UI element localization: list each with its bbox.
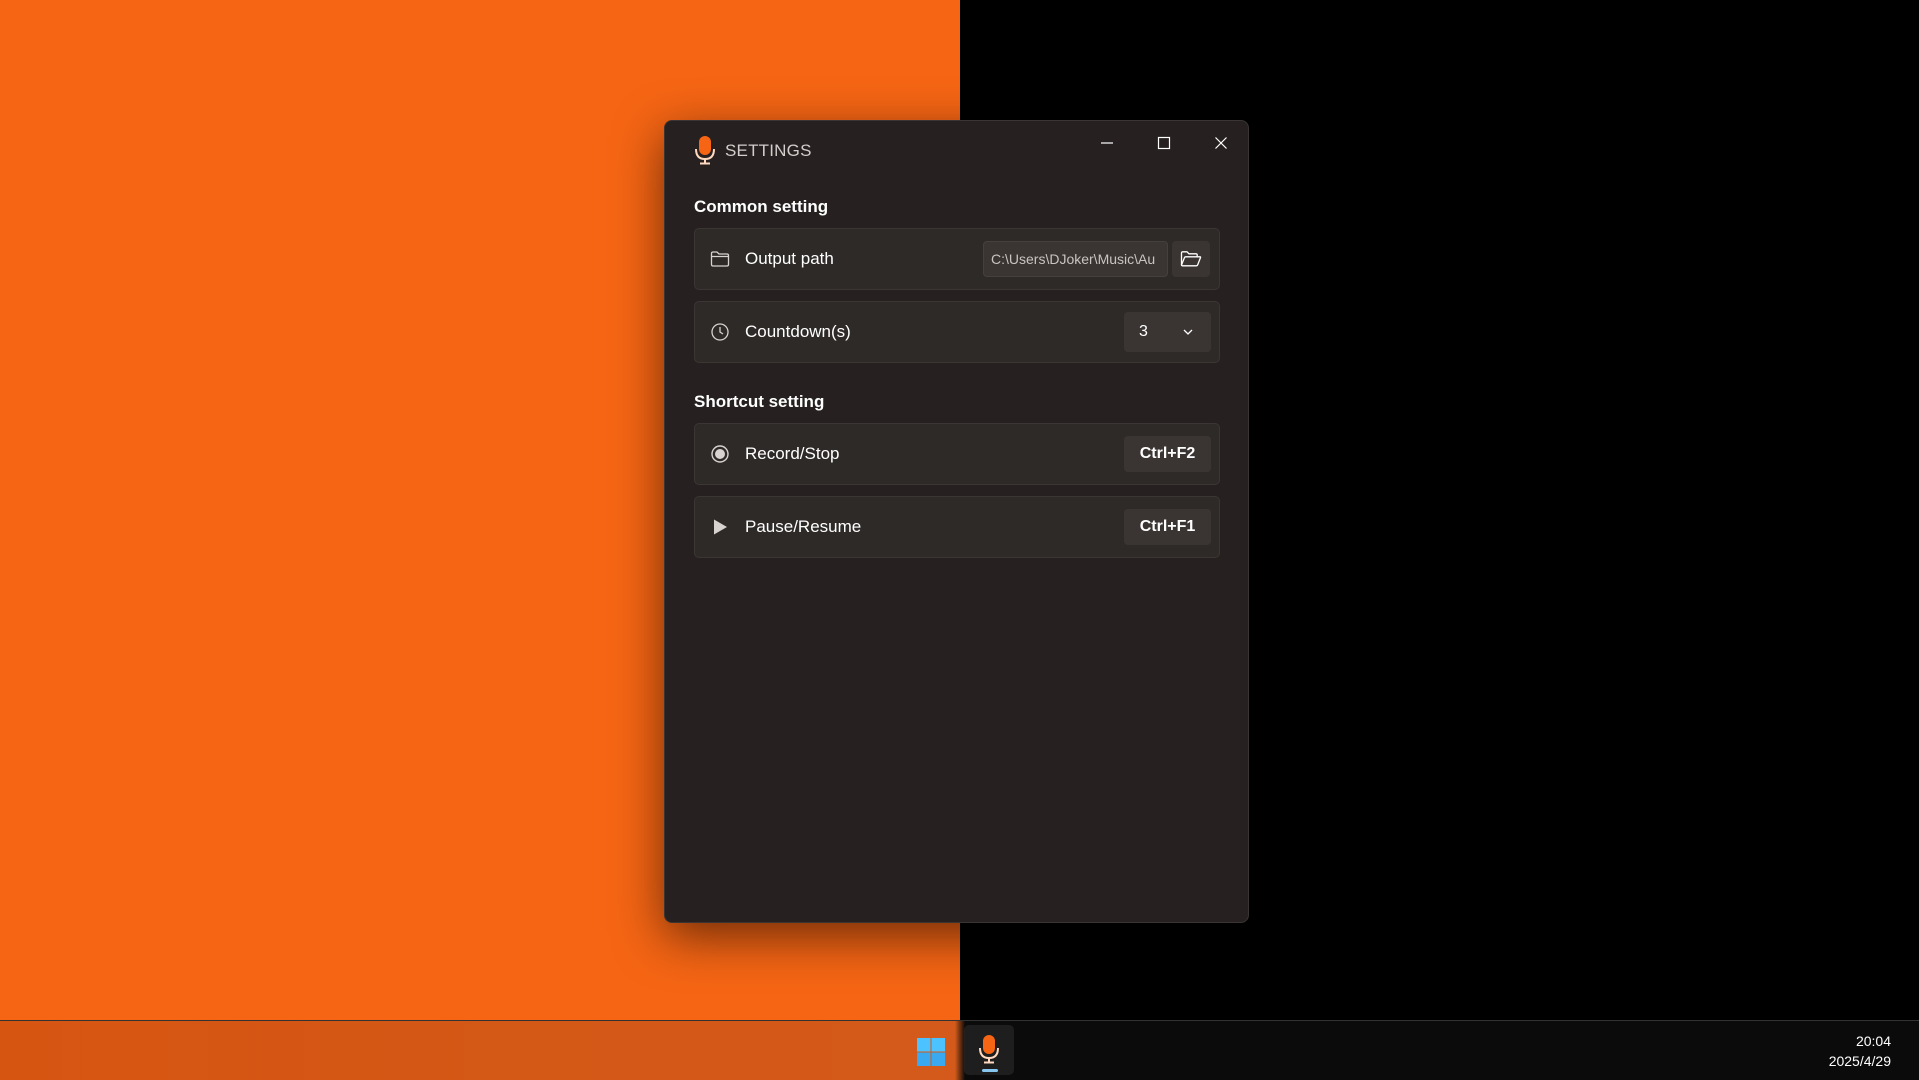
system-clock[interactable]: 20:04 2025/4/29 bbox=[1829, 1031, 1891, 1071]
chevron-down-icon bbox=[1183, 329, 1193, 335]
countdown-value: 3 bbox=[1139, 323, 1148, 340]
window-title: SETTINGS bbox=[725, 141, 812, 160]
record-stop-label: Record/Stop bbox=[745, 444, 840, 463]
close-icon bbox=[1215, 137, 1227, 149]
countdown-label: Countdown(s) bbox=[745, 322, 851, 341]
countdown-dropdown[interactable]: 3 bbox=[1124, 312, 1211, 352]
common-setting-heading: Common setting bbox=[694, 197, 829, 216]
folder-icon bbox=[709, 248, 731, 270]
taskbar-recorder-app[interactable] bbox=[964, 1025, 1014, 1075]
record-stop-card: Record/Stop Ctrl+F2 bbox=[694, 423, 1220, 485]
windows-start-icon[interactable] bbox=[916, 1037, 946, 1067]
play-icon bbox=[709, 516, 731, 538]
clock-icon bbox=[709, 321, 731, 343]
microphone-icon bbox=[695, 136, 715, 165]
clock-date: 2025/4/29 bbox=[1828, 1053, 1891, 1069]
pause-resume-card: Pause/Resume Ctrl+F1 bbox=[694, 496, 1220, 558]
shortcut-setting-heading: Shortcut setting bbox=[694, 392, 825, 411]
output-path-input[interactable]: C:\Users\DJoker\Music\Au bbox=[983, 241, 1168, 277]
maximize-icon bbox=[1157, 136, 1171, 150]
output-path-label: Output path bbox=[745, 249, 834, 268]
active-app-indicator bbox=[982, 1069, 998, 1072]
maximize-button[interactable] bbox=[1136, 123, 1192, 163]
desktop: SETTINGS Common setting Output path C:\U… bbox=[0, 0, 1919, 1080]
output-path-card: Output path C:\Users\DJoker\Music\Au bbox=[694, 228, 1220, 290]
countdown-card: Countdown(s) 3 bbox=[694, 301, 1220, 363]
record-stop-shortcut-button[interactable]: Ctrl+F2 bbox=[1124, 436, 1211, 472]
clock-time: 20:04 bbox=[1855, 1033, 1891, 1049]
pause-resume-label: Pause/Resume bbox=[745, 517, 862, 536]
browse-folder-button[interactable] bbox=[1172, 241, 1210, 277]
pause-resume-shortcut-button[interactable]: Ctrl+F1 bbox=[1124, 509, 1211, 545]
close-button[interactable] bbox=[1193, 123, 1249, 163]
folder-open-icon bbox=[1180, 251, 1202, 267]
record-icon bbox=[709, 443, 731, 465]
settings-window: SETTINGS Common setting Output path C:\U… bbox=[664, 120, 1249, 923]
minimize-icon bbox=[1101, 142, 1113, 144]
taskbar: 20:04 2025/4/29 bbox=[0, 1020, 1919, 1080]
microphone-icon bbox=[979, 1035, 999, 1064]
title-bar[interactable]: SETTINGS bbox=[665, 121, 1248, 177]
minimize-button[interactable] bbox=[1079, 123, 1135, 163]
